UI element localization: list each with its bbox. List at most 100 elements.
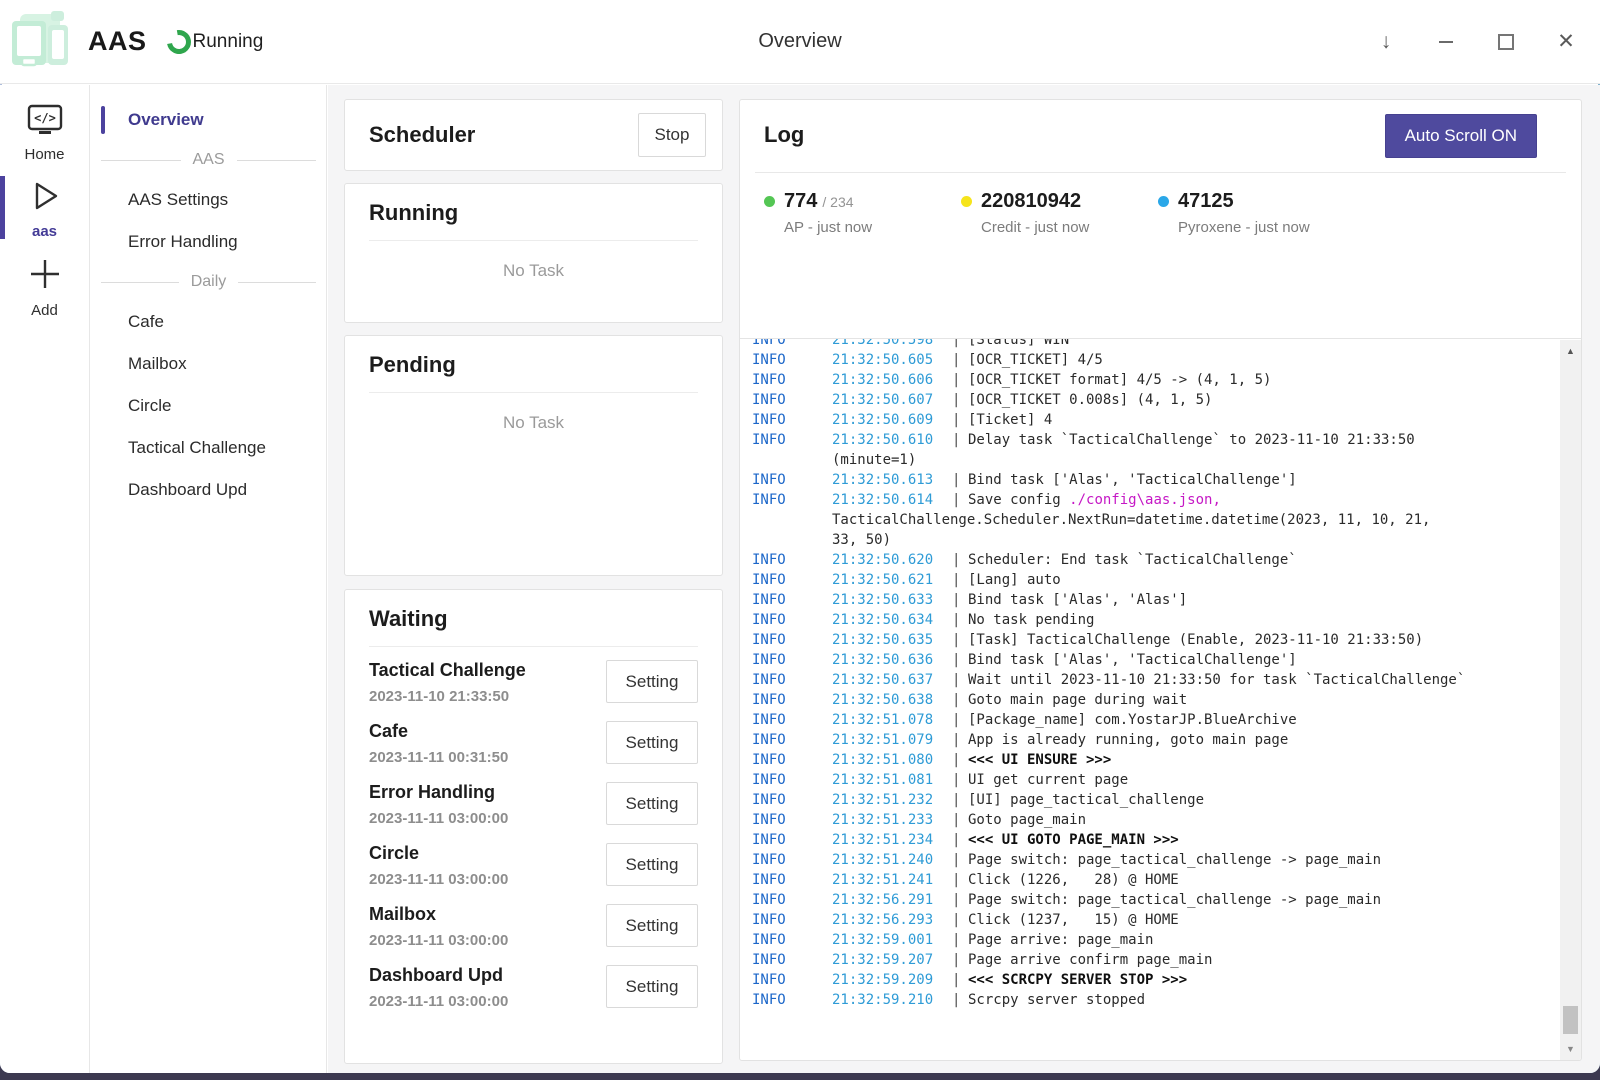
log-entry: INFO21:32:51.234|<<< UI GOTO PAGE_MAIN >… [752,830,1549,850]
nav-section-divider: Daily [91,263,326,301]
log-timestamp: 21:32:59.207 [832,950,952,970]
log-entry: INFO21:32:51.081|UI get current page [752,770,1549,790]
close-icon[interactable]: ✕ [1552,28,1580,56]
rail-item-aas[interactable]: aas [0,172,89,249]
log-message: Bind task ['Alas', 'TacticalChallenge'] [968,652,1297,668]
nav-item-label: Overview [128,110,204,130]
log-msg-segment: Bind task ['Alas', 'TacticalChallenge'] [968,472,1297,488]
log-entry: INFO21:32:50.607|[OCR_TICKET 0.008s] (4,… [752,390,1549,410]
log-level: INFO [752,470,832,490]
log-separator: | [952,570,968,590]
log-scrollbar[interactable]: ▲ ▼ [1560,340,1581,1060]
icon-rail: </> Home aas Add [0,85,90,1073]
log-msg-segment: [Lang] auto [968,572,1061,588]
task-setting-button[interactable]: Setting [606,721,698,764]
main-area: Scheduler Stop Running No Task Pending N… [328,85,1600,1073]
log-entry: INFO21:32:50.638|Goto main page during w… [752,690,1549,710]
divider [369,240,698,241]
log-timestamp: 21:32:50.606 [832,370,952,390]
log-timestamp: 21:32:59.210 [832,990,952,1010]
log-timestamp: 21:32:51.080 [832,750,952,770]
log-level: INFO [752,930,832,950]
scheduler-title: Scheduler [369,122,475,148]
log-entry: INFO21:32:56.293|Click (1237, 15) @ HOME [752,910,1549,930]
log-level: INFO [752,550,832,570]
log-msg-segment: App is already running, goto main page [968,732,1288,748]
log-message: <<< UI ENSURE >>> [968,752,1111,768]
scheduler-status-text: Running [193,31,264,53]
log-message: UI get current page [968,772,1128,788]
nav-item-cafe[interactable]: Cafe [91,301,326,343]
divider-line [101,160,181,161]
task-setting-button[interactable]: Setting [606,904,698,947]
dashboard-stat: 774/ 234 AP - just now [764,190,961,236]
log-msg-segment: [OCR_TICKET] 4/5 [968,352,1103,368]
scrollbar-down-icon[interactable]: ▼ [1560,1044,1581,1054]
divider [369,392,698,393]
task-setting-button[interactable]: Setting [606,965,698,1008]
log-separator: | [952,790,968,810]
nav-section-label: AAS [193,151,225,169]
nav-item-overview[interactable]: Overview [91,99,326,141]
rail-item-home[interactable]: </> Home [0,97,89,172]
log-entry: INFO21:32:50.605|[OCR_TICKET] 4/5 [752,350,1549,370]
minimize-to-tray-icon[interactable]: ↓ [1372,28,1400,56]
nav-section-divider: AAS [91,141,326,179]
log-entry: INFO21:32:56.291|Page switch: page_tacti… [752,890,1549,910]
task-setting-button[interactable]: Setting [606,782,698,825]
task-setting-button[interactable]: Setting [606,660,698,703]
window-controls: ↓ ✕ [1372,0,1580,83]
log-timestamp: 21:32:56.293 [832,910,952,930]
log-separator: | [952,390,968,410]
rail-item-add[interactable]: Add [0,249,89,328]
task-setting-button[interactable]: Setting [606,843,698,886]
log-message: App is already running, goto main page [968,732,1288,748]
nav-item-error-handling[interactable]: Error Handling [91,221,326,263]
stat-label: AP - just now [784,219,872,236]
waiting-task-row: Mailbox2023-11-11 03:00:00Setting [369,904,698,952]
running-title: Running [369,200,698,226]
nav-item-dashboard-upd[interactable]: Dashboard Upd [91,469,326,511]
log-level: INFO [752,910,832,930]
nav-item-tactical-challenge[interactable]: Tactical Challenge [91,427,326,469]
maximize-icon[interactable] [1492,28,1520,56]
log-message: Bind task ['Alas', 'TacticalChallenge'] [968,472,1297,488]
log-console[interactable]: INFO21:32:50.598|[Status] WININFO21:32:5… [740,338,1581,1060]
nav-item-aas-settings[interactable]: AAS Settings [91,179,326,221]
nav-item-mailbox[interactable]: Mailbox [91,343,326,385]
waiting-task-info: Error Handling2023-11-11 03:00:00 [369,782,508,827]
dashboard-stat: 47125Pyroxene - just now [1158,190,1355,236]
stop-button[interactable]: Stop [638,113,706,157]
log-level: INFO [752,730,832,750]
divider-line [237,160,317,161]
auto-scroll-toggle-button[interactable]: Auto Scroll ON [1385,114,1537,158]
log-msg-segment: <<< SCRCPY SERVER STOP >>> [968,972,1187,988]
log-message: Goto main page during wait [968,692,1187,708]
nav-item-label: Dashboard Upd [128,480,247,500]
minimize-icon[interactable] [1432,28,1460,56]
log-separator: | [952,410,968,430]
pending-empty-text: No Task [369,413,698,433]
app-window: AAS Running Overview ↓ ✕ </> Home [0,0,1600,1073]
log-timestamp: 21:32:50.609 [832,410,952,430]
stat-value-line: 774/ 234 [784,190,872,213]
log-separator: | [952,670,968,690]
nav-item-label: Circle [128,396,171,416]
log-timestamp: 21:32:50.614 [832,490,952,510]
log-card: Log Auto Scroll ON 774/ 234AP - just now… [739,99,1582,1061]
scrollbar-up-icon[interactable]: ▲ [1560,346,1581,356]
log-entry: INFO21:32:50.635|[Task] TacticalChalleng… [752,630,1549,650]
log-msg-segment: [Package_name] com.YostarJP.BlueArchive [968,712,1297,728]
log-level: INFO [752,410,832,430]
scrollbar-thumb[interactable] [1563,1006,1578,1034]
log-level: INFO [752,490,832,510]
log-separator: | [952,590,968,610]
log-message: Click (1237, 15) @ HOME [968,912,1179,928]
log-level: INFO [752,390,832,410]
log-timestamp: 21:32:50.638 [832,690,952,710]
log-timestamp: 21:32:50.634 [832,610,952,630]
log-level: INFO [752,850,832,870]
log-separator: | [952,890,968,910]
nav-item-circle[interactable]: Circle [91,385,326,427]
log-message: [Task] TacticalChallenge (Enable, 2023-1… [968,632,1423,648]
